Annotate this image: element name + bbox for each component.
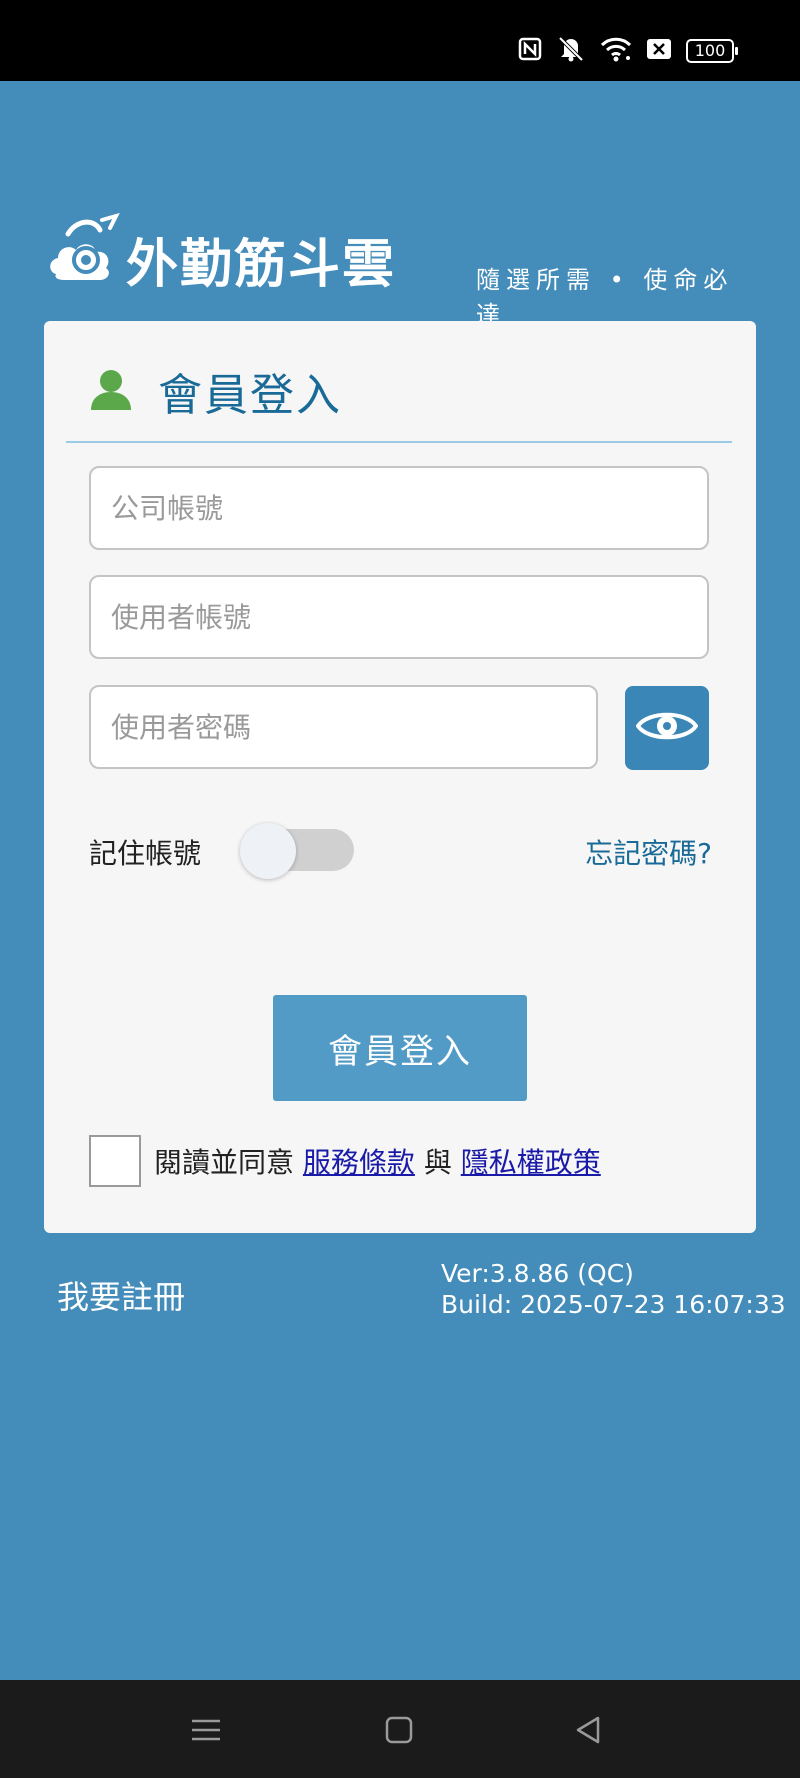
brand-logo: 外勤筋斗雲 隨選所需 • 使命必達 [46,212,756,329]
agree-checkbox[interactable] [89,1135,141,1187]
remember-account-toggle[interactable] [240,823,354,879]
back-icon[interactable] [570,1712,606,1748]
status-icons: 100 [518,36,738,66]
password-input[interactable] [91,687,596,767]
nfc-icon [518,37,542,65]
version-info: Ver:3.8.86 (QC) Build: 2025-07-23 16:07:… [441,1258,786,1320]
user-icon [90,368,132,414]
company-account-input[interactable] [91,468,707,548]
terms-of-service-link[interactable]: 服務條款 [303,1146,415,1179]
password-field[interactable] [89,685,598,769]
build-text: Build: 2025-07-23 16:07:33 [441,1290,786,1319]
and-text: 與 [423,1146,452,1179]
battery-icon: 100 [686,39,738,63]
wifi-icon [600,36,632,66]
show-password-button[interactable] [625,686,709,770]
card-title: 會員登入 [158,370,342,421]
toggle-thumb[interactable] [240,823,296,879]
agree-text: 閱讀並同意 服務條款 與 隱私權政策 [154,1141,601,1181]
close-box-icon [646,38,672,64]
logo-title: 外勤筋斗雲 [126,234,397,295]
register-link[interactable]: 我要註冊 [57,1272,185,1318]
home-icon[interactable] [381,1712,417,1748]
forgot-password-link[interactable]: 忘記密碼? [585,832,712,872]
logo-tagline: 隨選所需 • 使命必達 [476,266,734,329]
privacy-policy-link[interactable]: 隱私權政策 [461,1146,601,1179]
version-text: Ver:3.8.86 (QC) [441,1259,634,1288]
company-account-field[interactable] [89,466,709,550]
user-account-field[interactable] [89,575,709,659]
mute-vibrate-icon [556,36,586,66]
user-account-input[interactable] [91,577,707,657]
menu-icon[interactable] [188,1712,224,1748]
cloud-logo-icon [46,212,126,296]
navigation-bar [0,1680,800,1778]
login-card: 會員登入 記住帳號 忘記密碼? 會員登入 閱讀並同意 服務條款 與 隱私權政策 [44,321,756,1233]
card-header: 會員登入 [90,359,342,423]
header-divider [66,441,732,443]
status-bar: 100 [0,0,800,81]
eye-icon [635,707,699,749]
agree-prefix: 閱讀並同意 [154,1146,295,1179]
login-button[interactable]: 會員登入 [273,995,527,1101]
remember-account-label: 記住帳號 [89,837,202,870]
